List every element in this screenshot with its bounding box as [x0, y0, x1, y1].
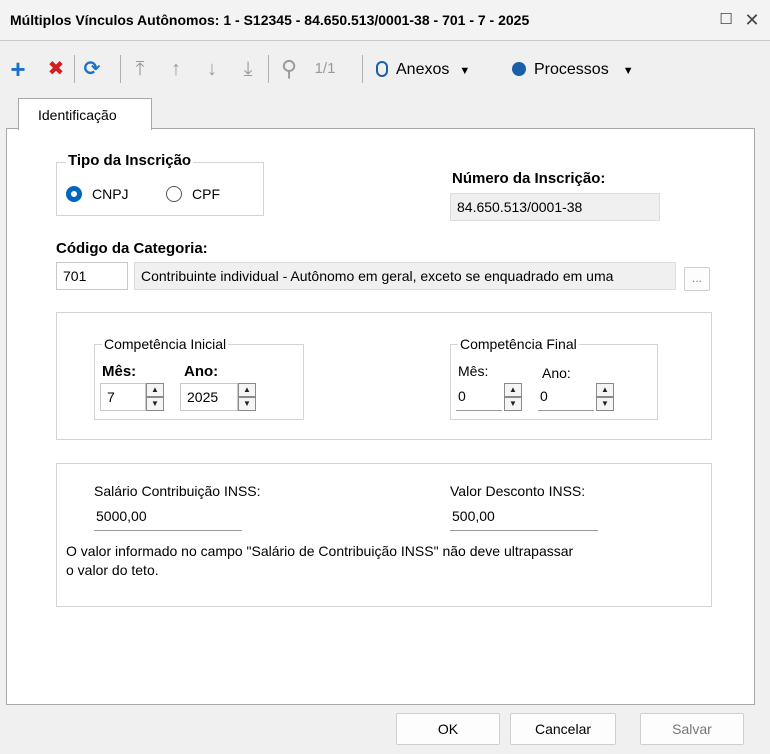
spin-down-icon[interactable]: ▼ [238, 397, 256, 411]
mes-inicial-input[interactable]: 7 [100, 383, 146, 411]
first-record-icon[interactable]: ⤒ [128, 54, 152, 84]
tipo-inscricao-legend: Tipo da Inscrição [66, 152, 194, 169]
cnpj-label: CNPJ [92, 186, 129, 202]
toolbar-separator [268, 55, 269, 83]
toolbar-separator [120, 55, 121, 83]
next-record-icon[interactable]: ↓ [200, 54, 224, 84]
chevron-down-icon: ▼ [459, 65, 471, 77]
search-icon[interactable]: ⚲ [276, 54, 302, 84]
title-separator [0, 40, 770, 41]
previous-record-icon[interactable]: ↑ [164, 54, 188, 84]
refresh-icon[interactable]: ⟳ [80, 54, 104, 84]
ano-final-label: Ano: [542, 365, 571, 381]
toolbar-separator [74, 55, 75, 83]
ano-final-spinner[interactable]: ▲ ▼ [596, 383, 614, 411]
ano-final-input[interactable]: 0 [538, 383, 594, 411]
last-record-icon[interactable]: ⤓ [236, 54, 260, 84]
salario-input[interactable]: 5000,00 [94, 503, 242, 531]
categoria-label: Código da Categoria: [56, 240, 208, 257]
chevron-down-icon: ▼ [622, 65, 634, 77]
desconto-input[interactable]: 500,00 [450, 503, 598, 531]
numero-inscricao-label: Número da Inscrição: [452, 170, 606, 187]
ano-inicial-label: Ano: [184, 363, 219, 380]
desconto-label: Valor Desconto INSS: [450, 483, 586, 499]
window-title: Múltiplos Vínculos Autônomos: 1 - S12345… [10, 12, 530, 28]
categoria-description-field: Contribuinte individual - Autônomo em ge… [134, 262, 676, 290]
cnpj-radio[interactable] [66, 186, 82, 202]
tipo-inscricao-group [56, 162, 264, 216]
maximize-button[interactable]: ☐ [713, 8, 739, 32]
cancel-button[interactable]: Cancelar [510, 713, 616, 745]
categoria-lookup-button[interactable]: ... [684, 267, 710, 291]
teto-note-line2: o valor do teto. [66, 562, 159, 578]
processes-label: Processos [534, 61, 609, 78]
competencia-inicial-legend: Competência Inicial [102, 336, 229, 352]
spin-up-icon[interactable]: ▲ [504, 383, 522, 397]
competencia-final-legend: Competência Final [458, 336, 579, 352]
spin-down-icon[interactable]: ▼ [504, 397, 522, 411]
spin-down-icon[interactable]: ▼ [596, 397, 614, 411]
ano-inicial-input[interactable]: 2025 [180, 383, 238, 411]
attachments-menu[interactable]: Anexos ▼ [376, 54, 500, 84]
processes-menu[interactable]: Processos ▼ [512, 54, 662, 84]
mes-inicial-label: Mês: [102, 363, 137, 380]
salario-label: Salário Contribuição INSS: [94, 483, 261, 499]
cpf-radio[interactable] [166, 186, 182, 202]
record-counter: 1/1 [314, 60, 336, 77]
numero-inscricao-field: 84.650.513/0001-38 [450, 193, 660, 221]
spin-up-icon[interactable]: ▲ [238, 383, 256, 397]
delete-icon[interactable]: ✖ [44, 54, 68, 84]
add-icon[interactable]: + [6, 54, 30, 84]
attachments-label: Anexos [396, 61, 450, 78]
toolbar-separator [362, 55, 363, 83]
teto-note-line1: O valor informado no campo "Salário de C… [66, 543, 574, 559]
ano-inicial-spinner[interactable]: ▲ ▼ [238, 383, 256, 411]
save-button[interactable]: Salvar [640, 713, 744, 745]
mes-inicial-spinner[interactable]: ▲ ▼ [146, 383, 164, 411]
mes-final-label: Mês: [458, 363, 489, 379]
tab-label: Identificação [38, 107, 117, 123]
mes-final-spinner[interactable]: ▲ ▼ [504, 383, 522, 411]
spin-up-icon[interactable]: ▲ [596, 383, 614, 397]
ok-button[interactable]: OK [396, 713, 500, 745]
categoria-code-input[interactable]: 701 [56, 262, 128, 290]
gear-icon [512, 62, 526, 76]
spin-up-icon[interactable]: ▲ [146, 383, 164, 397]
mes-final-input[interactable]: 0 [456, 383, 502, 411]
spin-down-icon[interactable]: ▼ [146, 397, 164, 411]
paperclip-icon [376, 61, 388, 77]
cpf-label: CPF [192, 186, 220, 202]
close-button[interactable]: ✕ [739, 8, 765, 32]
